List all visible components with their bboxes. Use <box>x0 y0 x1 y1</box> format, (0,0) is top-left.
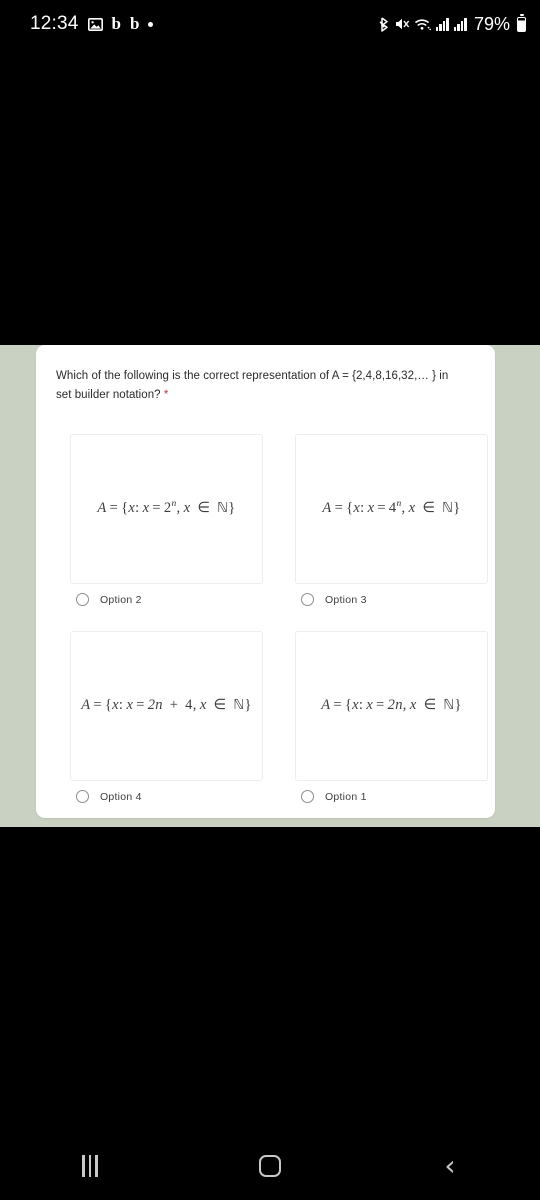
option-radio-row-d[interactable]: Option 1 <box>295 781 488 813</box>
option-item-c: A = {x: x = 2n + 4, x ∈ ℕ} Option 4 <box>70 630 263 813</box>
nav-back-button[interactable]: ‹ <box>405 1142 495 1190</box>
option-label-d: Option 1 <box>325 790 367 803</box>
app-badge-b-1: b <box>111 14 122 33</box>
gallery-icon <box>87 17 103 31</box>
status-bar-clock: 12:34 <box>30 13 79 34</box>
form-page-background: Which of the following is the correct re… <box>0 345 540 827</box>
status-bar: 12:34 b b 79% <box>0 0 540 48</box>
question-label: Which of the following is the correct re… <box>56 370 449 401</box>
option-image-b[interactable]: A = {x: x = 4n, x ∈ ℕ} <box>295 433 488 584</box>
nav-recents-button[interactable] <box>45 1142 135 1190</box>
formula-a: A = {x: x = 2n, x ∈ ℕ} <box>97 499 236 517</box>
nav-home-button[interactable] <box>225 1142 315 1190</box>
app-badge-b-2: b <box>130 14 140 33</box>
home-icon <box>259 1155 281 1177</box>
back-chevron-icon: ‹ <box>444 1149 456 1182</box>
option-item-a: A = {x: x = 2n, x ∈ ℕ} Option 2 <box>70 433 263 616</box>
options-grid: A = {x: x = 2n, x ∈ ℕ} Option 2 A = {x: x = 4n, … <box>54 433 488 813</box>
question-card: Which of the following is the correct re… <box>36 345 495 818</box>
option-image-c[interactable]: A = {x: x = 2n + 4, x ∈ ℕ} <box>70 630 263 781</box>
option-radio-row-b[interactable]: Option 3 <box>295 584 488 616</box>
option-image-a[interactable]: A = {x: x = 2n, x ∈ ℕ} <box>70 433 263 584</box>
radio-button-c[interactable] <box>76 790 89 804</box>
signal-sim2-icon <box>453 17 467 31</box>
question-text: Which of the following is the correct re… <box>54 367 477 405</box>
status-bar-right: 79% <box>379 14 526 35</box>
formula-c: A = {x: x = 2n + 4, x ∈ ℕ} <box>81 697 252 714</box>
status-bar-left: 12:34 b b <box>30 13 154 35</box>
option-radio-row-a[interactable]: Option 2 <box>70 584 263 616</box>
phone-screen: 12:34 b b 79% Which of the following is … <box>0 0 540 1200</box>
radio-button-d[interactable] <box>301 790 314 804</box>
android-nav-bar: ‹ <box>0 1132 540 1200</box>
option-image-d[interactable]: A = {x: x = 2n, x ∈ ℕ} <box>295 630 488 781</box>
wifi-icon <box>415 18 431 31</box>
recents-icon <box>82 1155 98 1177</box>
option-label-b: Option 3 <box>325 593 367 606</box>
option-item-d: A = {x: x = 2n, x ∈ ℕ} Option 1 <box>295 630 488 813</box>
option-label-a: Option 2 <box>100 593 142 606</box>
bluetooth-icon <box>379 16 390 32</box>
mute-icon <box>395 17 410 31</box>
formula-b: A = {x: x = 4n, x ∈ ℕ} <box>322 499 461 517</box>
battery-icon <box>517 14 526 32</box>
required-asterisk: * <box>163 388 169 401</box>
formula-d: A = {x: x = 2n, x ∈ ℕ} <box>321 697 462 714</box>
option-radio-row-c[interactable]: Option 4 <box>70 781 263 813</box>
signal-sim1-icon <box>435 17 449 31</box>
radio-button-b[interactable] <box>301 593 314 607</box>
option-label-c: Option 4 <box>100 790 142 803</box>
option-item-b: A = {x: x = 4n, x ∈ ℕ} Option 3 <box>295 433 488 616</box>
battery-percent-label: 79% <box>473 13 510 34</box>
more-dot-icon <box>148 21 154 27</box>
radio-button-a[interactable] <box>76 593 89 607</box>
